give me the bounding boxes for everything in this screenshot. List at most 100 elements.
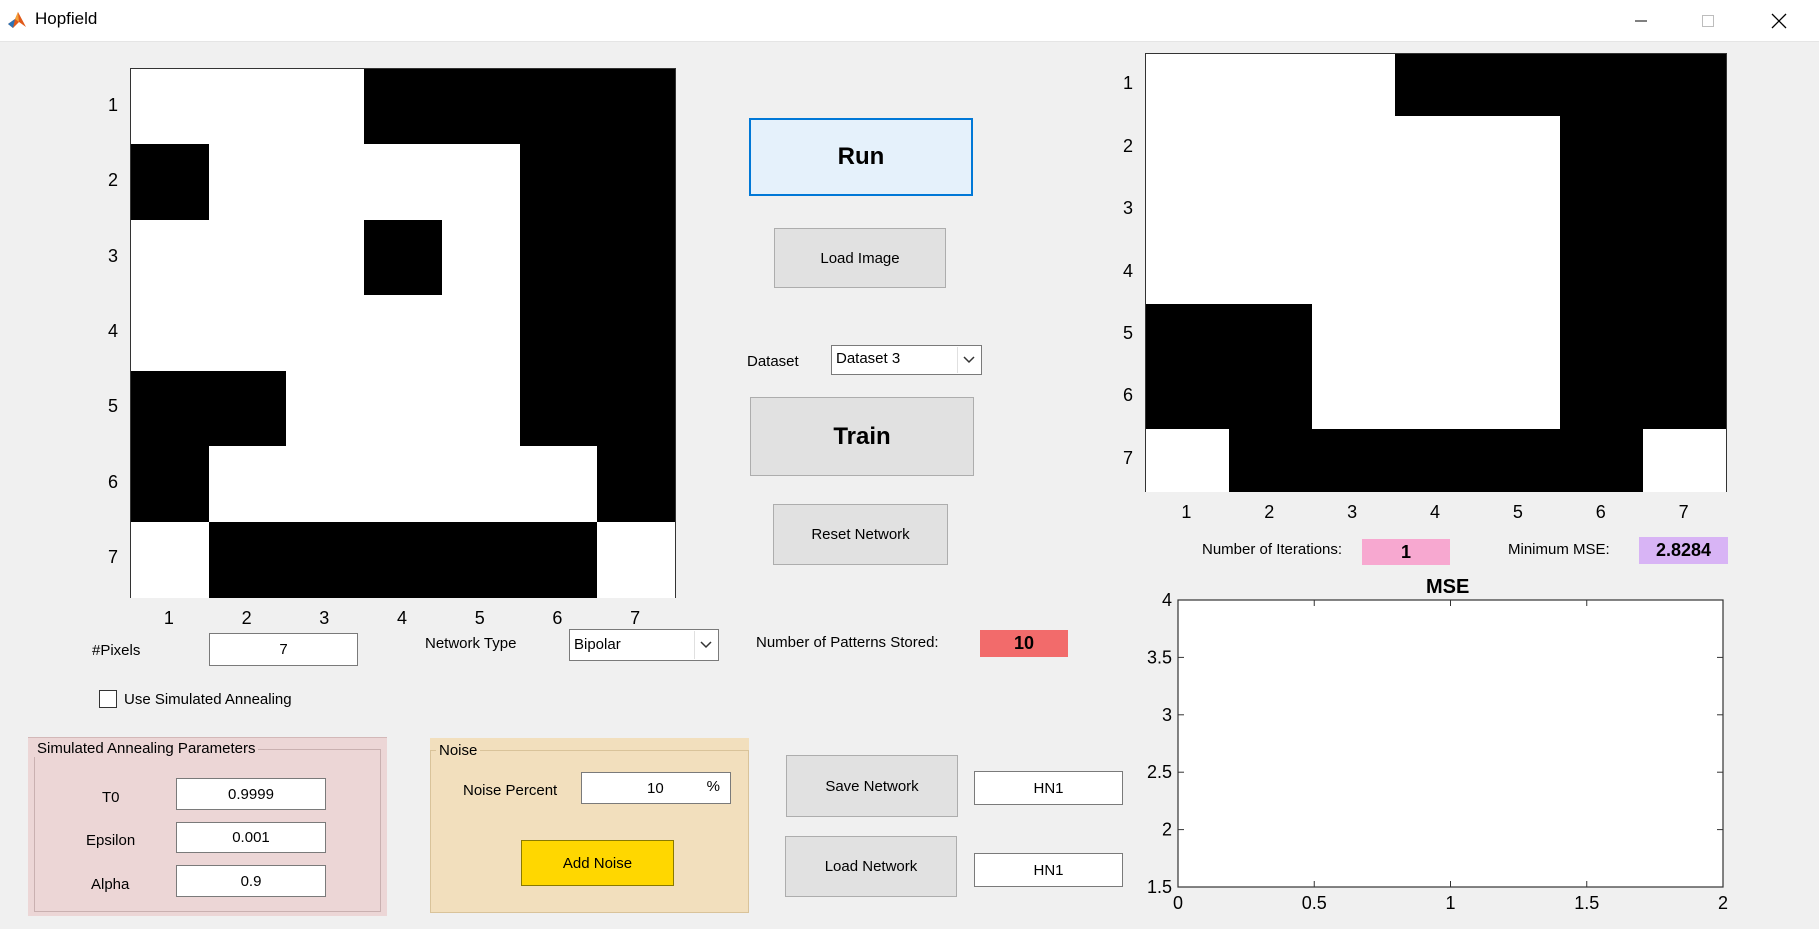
use-simulated-annealing-checkbox[interactable]: [99, 690, 117, 708]
input-grid-cell[interactable]: [131, 69, 209, 145]
input-grid-cell[interactable]: [597, 446, 676, 523]
input-grid-cell[interactable]: [441, 521, 520, 598]
input-grid-cell[interactable]: [597, 521, 676, 598]
train-button[interactable]: Train: [750, 397, 974, 476]
input-grid-cell[interactable]: [286, 144, 365, 221]
input-grid-cell[interactable]: [364, 69, 443, 145]
input-grid-cell[interactable]: [441, 370, 520, 447]
input-grid-cell[interactable]: [286, 370, 365, 447]
matlab-logo-icon: [6, 9, 28, 31]
title-bar: Hopfield: [0, 0, 1819, 42]
input-grid-cell[interactable]: [131, 219, 209, 296]
input-grid-cell[interactable]: [208, 69, 287, 145]
load-image-button[interactable]: Load Image: [774, 228, 946, 288]
input-grid-cell[interactable]: [597, 144, 676, 221]
maximize-button[interactable]: [1673, 0, 1743, 41]
output-grid-cell: [1477, 116, 1561, 180]
pixels-label: #Pixels: [92, 642, 141, 659]
output-grid-cell: [1146, 54, 1229, 117]
epsilon-label: Epsilon: [86, 832, 136, 849]
input-grid-cell[interactable]: [597, 370, 676, 447]
input-grid-cell[interactable]: [519, 144, 598, 221]
mse-chart-svg: 0 0.5 1 1.5 2 1.5 2 2.5 3 3.5 4: [1147, 590, 1728, 913]
input-grid-cell[interactable]: [597, 69, 676, 145]
dataset-select[interactable]: Dataset 3: [831, 345, 982, 375]
load-network-button[interactable]: Load Network: [785, 836, 957, 897]
input-grid-cell[interactable]: [364, 219, 443, 296]
close-button[interactable]: [1744, 0, 1814, 41]
input-grid-cell[interactable]: [131, 295, 209, 372]
input-grid-cell[interactable]: [441, 446, 520, 523]
input-grid-cell[interactable]: [208, 446, 287, 523]
output-grid-cell: [1146, 366, 1229, 430]
input-grid-cell[interactable]: [286, 446, 365, 523]
maximize-icon: [1702, 14, 1714, 27]
input-grid-cell[interactable]: [208, 144, 287, 221]
output-grid-x-tick-label: 6: [1595, 502, 1606, 522]
t0-input[interactable]: 0.9999: [176, 778, 326, 810]
input-pattern-grid[interactable]: [130, 68, 676, 598]
output-grid-cell: [1477, 303, 1561, 367]
input-grid-cell[interactable]: [519, 295, 598, 372]
input-grid-cell[interactable]: [208, 521, 287, 598]
output-grid-cell: [1394, 54, 1478, 117]
input-grid-cell[interactable]: [597, 295, 676, 372]
input-grid-cell[interactable]: [286, 521, 365, 598]
reset-network-button[interactable]: Reset Network: [773, 504, 948, 565]
mse-y-tick-label: 2.5: [1147, 762, 1172, 782]
input-grid-cell[interactable]: [131, 446, 209, 523]
input-grid-cell[interactable]: [519, 370, 598, 447]
input-grid-cell[interactable]: [286, 295, 365, 372]
pixels-input[interactable]: 7: [209, 633, 358, 666]
network-type-label: Network Type: [425, 635, 517, 652]
input-grid-cell[interactable]: [364, 370, 443, 447]
run-button[interactable]: Run: [749, 118, 973, 196]
output-grid-cell: [1228, 428, 1312, 492]
add-noise-button[interactable]: Add Noise: [521, 840, 674, 886]
input-grid-cell[interactable]: [519, 446, 598, 523]
input-grid-y-tick-label: 7: [108, 547, 119, 568]
save-network-button[interactable]: Save Network: [786, 755, 958, 817]
input-grid-cell[interactable]: [364, 295, 443, 372]
input-grid-cell[interactable]: [519, 521, 598, 598]
minimize-button[interactable]: [1606, 0, 1676, 41]
input-grid-cell[interactable]: [519, 69, 598, 145]
input-grid-cell[interactable]: [286, 69, 365, 145]
noise-percent-value: 10: [647, 780, 664, 797]
input-grid-cell[interactable]: [441, 295, 520, 372]
output-grid-y-tick-label: 7: [1123, 447, 1134, 468]
input-grid-cell[interactable]: [131, 521, 209, 598]
input-grid-cell[interactable]: [364, 144, 443, 221]
input-grid-cell[interactable]: [597, 219, 676, 296]
input-grid-cell[interactable]: [286, 219, 365, 296]
input-grid-cell[interactable]: [519, 219, 598, 296]
input-grid-x-tick-label: 2: [241, 608, 252, 628]
load-network-name-input[interactable]: HN1: [974, 853, 1123, 887]
noise-percent-input[interactable]: 10 %: [581, 772, 731, 804]
input-grid-cell[interactable]: [441, 144, 520, 221]
input-grid-cell[interactable]: [364, 446, 443, 523]
output-grid-y-tick-label: 3: [1123, 198, 1134, 219]
input-grid-cell[interactable]: [441, 219, 520, 296]
save-network-name-input[interactable]: HN1: [974, 771, 1123, 805]
output-grid-x-tick-label: 5: [1512, 502, 1523, 522]
input-grid-cell[interactable]: [131, 370, 209, 447]
patterns-stored-value: 10: [980, 630, 1068, 657]
output-grid-cell: [1643, 116, 1727, 180]
input-grid-cell[interactable]: [208, 219, 287, 296]
output-grid-cell: [1228, 241, 1312, 305]
output-grid-y-tick-label: 4: [1123, 260, 1134, 281]
output-grid-cell: [1146, 303, 1229, 367]
mse-chart: 0 0.5 1 1.5 2 1.5 2 2.5 3 3.5 4: [1145, 570, 1735, 913]
output-grid-cell: [1146, 428, 1229, 492]
network-type-select[interactable]: Bipolar: [569, 629, 719, 661]
output-grid-cell: [1146, 178, 1229, 242]
alpha-input[interactable]: 0.9: [176, 865, 326, 897]
input-grid-cell[interactable]: [208, 295, 287, 372]
epsilon-input[interactable]: 0.001: [176, 822, 326, 853]
output-grid-cell: [1560, 178, 1644, 242]
input-grid-cell[interactable]: [441, 69, 520, 145]
input-grid-cell[interactable]: [131, 144, 209, 221]
input-grid-cell[interactable]: [364, 521, 443, 598]
input-grid-cell[interactable]: [208, 370, 287, 447]
